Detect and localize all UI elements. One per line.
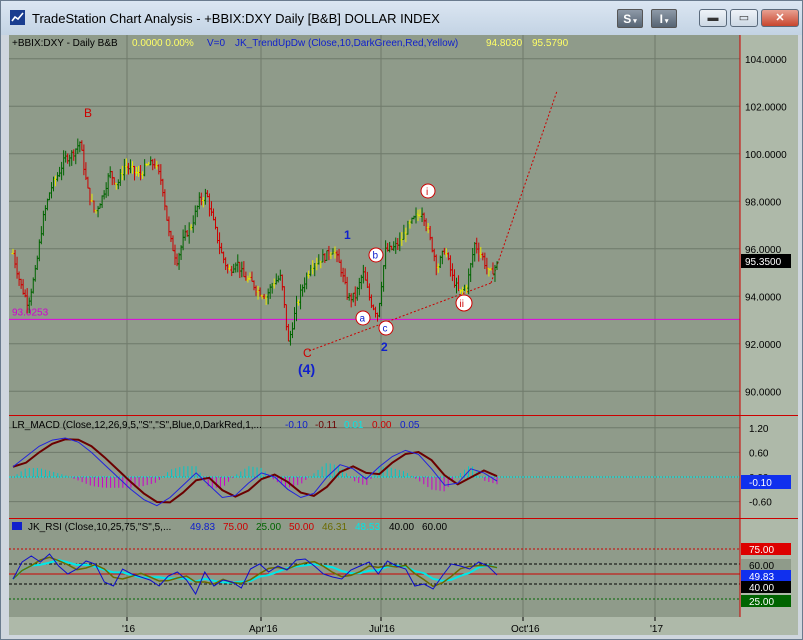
- price-header-change: 0.0000 0.00%: [132, 38, 194, 49]
- macd-header-v5: 0.05: [400, 420, 420, 431]
- style-button[interactable]: S ▾: [617, 9, 643, 28]
- indicator-button[interactable]: I ▾: [651, 9, 677, 28]
- price-tick-label: 104.0000: [745, 55, 787, 66]
- macd-tick-label: -0.60: [749, 498, 772, 509]
- wave-label-c: C: [303, 346, 312, 360]
- price-header-indicator[interactable]: JK_TrendUpDw (Close,10,DarkGreen,Red,Yel…: [235, 38, 458, 49]
- wave-label-a: a: [360, 314, 366, 325]
- chevron-down-icon: ▾: [662, 18, 669, 25]
- wave-marker-ii: [455, 294, 473, 312]
- price-tick-label: 92.0000: [745, 340, 782, 351]
- price-header-value-1: 94.8030: [486, 38, 523, 49]
- time-axis-label: Apr'16: [249, 624, 278, 635]
- price-plot-area: [9, 35, 740, 415]
- last-price-value: 95.3500: [745, 257, 782, 268]
- macd-header-v3: 0.01: [344, 420, 364, 431]
- price-header-symbol: +BBIX:DXY - Daily B&B: [12, 38, 118, 49]
- chevron-down-icon: ▾: [631, 18, 637, 25]
- rsi-header-v2: 75.00: [223, 522, 248, 533]
- rsi-header-v6: 48.53: [355, 522, 380, 533]
- wave-label-i: i: [426, 187, 428, 198]
- wave-label-c-small: c: [383, 324, 388, 335]
- rsi-header-name[interactable]: JK_RSI (Close,10,25,75,"S",5,...: [28, 522, 171, 533]
- price-tick-label: 98.0000: [745, 197, 782, 208]
- wave-label-ii: ii: [460, 299, 464, 310]
- title-bar[interactable]: TradeStation Chart Analysis - +BBIX:DXY …: [1, 1, 802, 35]
- price-header-volume: V=0: [207, 38, 226, 49]
- time-axis-label: Jul'16: [369, 624, 395, 635]
- rsi-plot-area: [9, 519, 740, 617]
- macd-header-v2: -0.11: [315, 420, 337, 431]
- chart-window: TradeStation Chart Analysis - +BBIX:DXY …: [0, 0, 803, 640]
- horizontal-level-label: 93.0253: [12, 307, 49, 318]
- rsi-header-v4: 50.00: [289, 522, 314, 533]
- price-tick-label: 90.0000: [745, 387, 782, 398]
- wave-label-1: 1: [344, 228, 351, 242]
- wave-label-b: B: [84, 106, 92, 120]
- wave-label-2: 2: [381, 340, 388, 354]
- macd-header-v1: -0.10: [285, 420, 308, 431]
- rsi-header-v1: 49.83: [190, 522, 215, 533]
- panel-divider-2: [9, 518, 798, 519]
- minimize-icon: ▬: [707, 12, 719, 24]
- macd-tick-label: 1.20: [749, 424, 769, 435]
- app-icon: [10, 10, 25, 25]
- rsi-tag-25-label: 25.00: [749, 597, 774, 608]
- price-chart[interactable]: 93.0253 B C (4) 1 2 a b c i ii +BBIX:DXY…: [9, 35, 798, 635]
- maximize-icon: ▭: [738, 12, 750, 24]
- price-tick-label: 102.0000: [745, 102, 787, 113]
- rsi-header-v3: 25.00: [256, 522, 281, 533]
- time-axis-label: '16: [122, 624, 135, 635]
- time-axis-label: Oct'16: [511, 624, 540, 635]
- rsi-tag-75-label: 75.00: [749, 545, 774, 556]
- rsi-header-v7: 40.00: [389, 522, 414, 533]
- wave-label-b-small: b: [373, 251, 379, 262]
- macd-plot-area: [9, 416, 740, 518]
- rsi-tag-40-label: 40.00: [749, 583, 774, 594]
- time-axis-label: '17: [650, 624, 663, 635]
- minimize-button[interactable]: ▬: [699, 9, 727, 27]
- wave-label-4: (4): [298, 361, 315, 377]
- macd-header-v4: 0.00: [372, 420, 392, 431]
- price-header-value-2: 95.5790: [532, 38, 569, 49]
- close-icon: ✕: [775, 12, 785, 24]
- macd-tick-label: 0.60: [749, 448, 769, 459]
- panel-divider-1: [9, 415, 798, 416]
- macd-header-name[interactable]: LR_MACD (Close,12,26,9,5,"S","S",Blue,0,…: [12, 420, 262, 431]
- macd-last-value: -0.10: [749, 478, 772, 489]
- rsi-header-v8: 60.00: [422, 522, 447, 533]
- rsi-indicator-icon: [12, 522, 22, 530]
- maximize-button[interactable]: ▭: [730, 9, 758, 27]
- price-tick-label: 100.0000: [745, 150, 787, 161]
- close-button[interactable]: ✕: [761, 9, 799, 27]
- window-title: TradeStation Chart Analysis - +BBIX:DXY …: [32, 11, 440, 26]
- price-tick-label: 94.0000: [745, 292, 782, 303]
- rsi-header-v5: 46.31: [322, 522, 347, 533]
